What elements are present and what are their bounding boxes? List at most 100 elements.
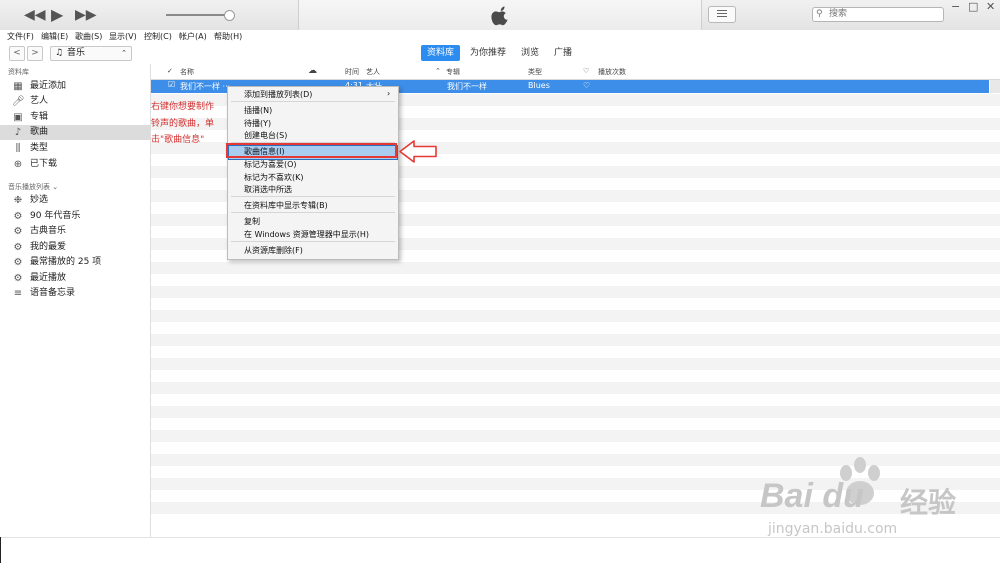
annotation-highlight-box bbox=[226, 143, 397, 158]
back-button[interactable]: < bbox=[9, 46, 25, 61]
sidebar-playlist-voice-memos[interactable]: ≡ 语音备忘录 bbox=[0, 286, 150, 301]
table-row bbox=[151, 430, 1000, 442]
menu-delete-from-library[interactable]: 从资源库删除(F) bbox=[244, 245, 303, 256]
menu-play-later[interactable]: 待播(Y) bbox=[244, 118, 271, 129]
sidebar-item-downloaded[interactable]: ⊕ 已下载 bbox=[0, 157, 150, 172]
volume-slider-knob[interactable] bbox=[224, 10, 235, 21]
menu-add-to-playlist[interactable]: 添加到播放列表(D) bbox=[244, 89, 312, 100]
sidebar-item-label: 艺人 bbox=[30, 96, 49, 106]
annotation-arrow-icon bbox=[399, 140, 437, 163]
submenu-arrow-icon: › bbox=[387, 89, 391, 98]
scrollbar[interactable] bbox=[990, 80, 1000, 93]
apple-logo-icon bbox=[491, 6, 508, 26]
menu-account[interactable]: 帐户(A) bbox=[179, 31, 207, 42]
column-name[interactable]: 名称 bbox=[180, 67, 194, 77]
watermark: Bai du 经验 jingyan.baidu.com bbox=[760, 455, 980, 545]
menu-help[interactable]: 帮助(H) bbox=[214, 31, 242, 42]
fast-forward-icon[interactable]: ▶▶ bbox=[75, 0, 97, 30]
volume-slider-track[interactable] bbox=[166, 14, 228, 16]
sidebar-item-label: 古典音乐 bbox=[30, 226, 67, 236]
media-type-label: 音乐 bbox=[67, 48, 86, 58]
menu-play-next[interactable]: 插播(N) bbox=[244, 105, 272, 116]
playlists-header[interactable]: 音乐播放列表 ⌄ bbox=[8, 182, 58, 192]
menu-copy[interactable]: 复制 bbox=[244, 216, 260, 227]
sort-ascending-icon[interactable]: ⌃ bbox=[435, 67, 441, 75]
column-time[interactable]: 时间 bbox=[345, 67, 359, 77]
sidebar-item-label: 我的最爱 bbox=[30, 242, 67, 252]
row-song-album: 我们不一样 bbox=[447, 82, 487, 91]
tab-library[interactable]: 资料库 bbox=[421, 45, 461, 61]
forward-button[interactable]: > bbox=[27, 46, 43, 61]
table-row bbox=[151, 310, 1000, 322]
menu-view[interactable]: 显示(V) bbox=[109, 31, 137, 42]
sidebar-item-label: 最近添加 bbox=[30, 81, 67, 91]
sidebar-item-label: 最常播放的 25 项 bbox=[30, 257, 102, 267]
column-genre[interactable]: 类型 bbox=[528, 67, 542, 77]
table-row bbox=[151, 334, 1000, 346]
sidebar-item-albums[interactable]: ▣ 专辑 bbox=[0, 110, 150, 125]
sidebar-playlist-genius[interactable]: ❉ 妙选 bbox=[0, 193, 150, 208]
maximize-button[interactable]: □ bbox=[968, 0, 978, 13]
sidebar-item-genres[interactable]: ⫼ 类型 bbox=[0, 141, 150, 156]
menu-file[interactable]: 文件(F) bbox=[7, 31, 34, 42]
menu-controls[interactable]: 控制(C) bbox=[144, 31, 172, 42]
smart-playlist-gear-icon: ⚙ bbox=[13, 273, 23, 284]
column-plays[interactable]: 播放次数 bbox=[598, 67, 626, 77]
table-row bbox=[151, 370, 1000, 382]
smart-playlist-gear-icon: ⚙ bbox=[13, 242, 23, 253]
sidebar-playlist-classical[interactable]: ⚙ 古典音乐 bbox=[0, 224, 150, 239]
row-checkbox[interactable]: ☑ bbox=[168, 80, 175, 89]
menu-show-album[interactable]: 在资料库中显示专辑(B) bbox=[244, 200, 328, 211]
window-edge bbox=[0, 537, 1, 563]
menu-create-station[interactable]: 创建电台(S) bbox=[244, 130, 287, 141]
menu-uncheck-selection[interactable]: 取消选中所选 bbox=[244, 184, 292, 195]
menu-edit[interactable]: 编辑(E) bbox=[41, 31, 68, 42]
play-icon[interactable]: ▶ bbox=[51, 0, 63, 30]
sidebar-item-songs[interactable]: ♪ 歌曲 bbox=[0, 125, 150, 140]
check-column-icon[interactable]: ✓ bbox=[167, 67, 173, 75]
table-row bbox=[151, 406, 1000, 418]
menu-dislike[interactable]: 标记为不喜欢(K) bbox=[244, 172, 304, 183]
table-row bbox=[151, 286, 1000, 298]
search-icon: ⚲ bbox=[816, 9, 823, 19]
cloud-icon[interactable]: ☁ bbox=[308, 66, 317, 76]
menu-divider bbox=[231, 196, 395, 197]
sidebar-item-label: 歌曲 bbox=[30, 127, 49, 137]
tab-for-you[interactable]: 为你推荐 bbox=[464, 45, 512, 61]
tab-radio[interactable]: 广播 bbox=[548, 45, 578, 61]
sidebar-playlist-favorites[interactable]: ⚙ 我的最爱 bbox=[0, 240, 150, 255]
column-artist[interactable]: 艺人 bbox=[366, 67, 380, 77]
sidebar-playlist-top25[interactable]: ⚙ 最常播放的 25 项 bbox=[0, 255, 150, 270]
column-album[interactable]: 专辑 bbox=[446, 67, 460, 77]
row-song-name: 我们不一样 ··· bbox=[180, 82, 231, 91]
sidebar-item-label: 最近播放 bbox=[30, 273, 67, 283]
watermark-url: jingyan.baidu.com bbox=[768, 521, 898, 537]
menu-love[interactable]: 标记为喜爱(O) bbox=[244, 159, 297, 170]
genius-icon: ❉ bbox=[13, 195, 23, 206]
menu-show-in-explorer[interactable]: 在 Windows 资源管理器中显示(H) bbox=[244, 229, 369, 240]
list-view-button[interactable] bbox=[708, 6, 736, 23]
sidebar-item-label: 已下载 bbox=[30, 159, 58, 169]
watermark-brand: Bai du bbox=[760, 477, 864, 515]
row-heart-icon[interactable]: ♡ bbox=[583, 81, 590, 90]
sidebar-playlist-recently-played[interactable]: ⚙ 最近播放 bbox=[0, 271, 150, 286]
sidebar-item-artists[interactable]: 🎤︎ 艺人 bbox=[0, 94, 150, 109]
menu-song[interactable]: 歌曲(S) bbox=[75, 31, 102, 42]
menu-divider bbox=[231, 212, 395, 213]
heart-column-icon[interactable]: ♡ bbox=[583, 67, 589, 75]
sidebar-playlist-90s[interactable]: ⚙ 90 年代音乐 bbox=[0, 209, 150, 224]
annotation-line: 右键你想要制作 bbox=[151, 102, 215, 112]
music-note-icon: ♪ bbox=[14, 127, 22, 138]
sidebar-item-label: 妙选 bbox=[30, 195, 49, 205]
tab-browse[interactable]: 浏览 bbox=[515, 45, 545, 61]
media-type-select[interactable]: ♫ 音乐 ⌃ bbox=[50, 46, 132, 61]
table-row bbox=[151, 274, 1000, 286]
sidebar-item-label: 语音备忘录 bbox=[30, 288, 76, 298]
table-row bbox=[151, 322, 1000, 334]
close-button[interactable]: ✕ bbox=[986, 0, 995, 13]
sidebar-item-recently-added[interactable]: ▦ 最近添加 bbox=[0, 79, 150, 94]
genres-icon: ⫼ bbox=[15, 143, 21, 154]
search-input[interactable]: ⚲ 搜索 bbox=[812, 7, 944, 22]
rewind-icon[interactable]: ◀◀ bbox=[24, 0, 46, 30]
minimize-button[interactable]: − bbox=[951, 0, 960, 13]
